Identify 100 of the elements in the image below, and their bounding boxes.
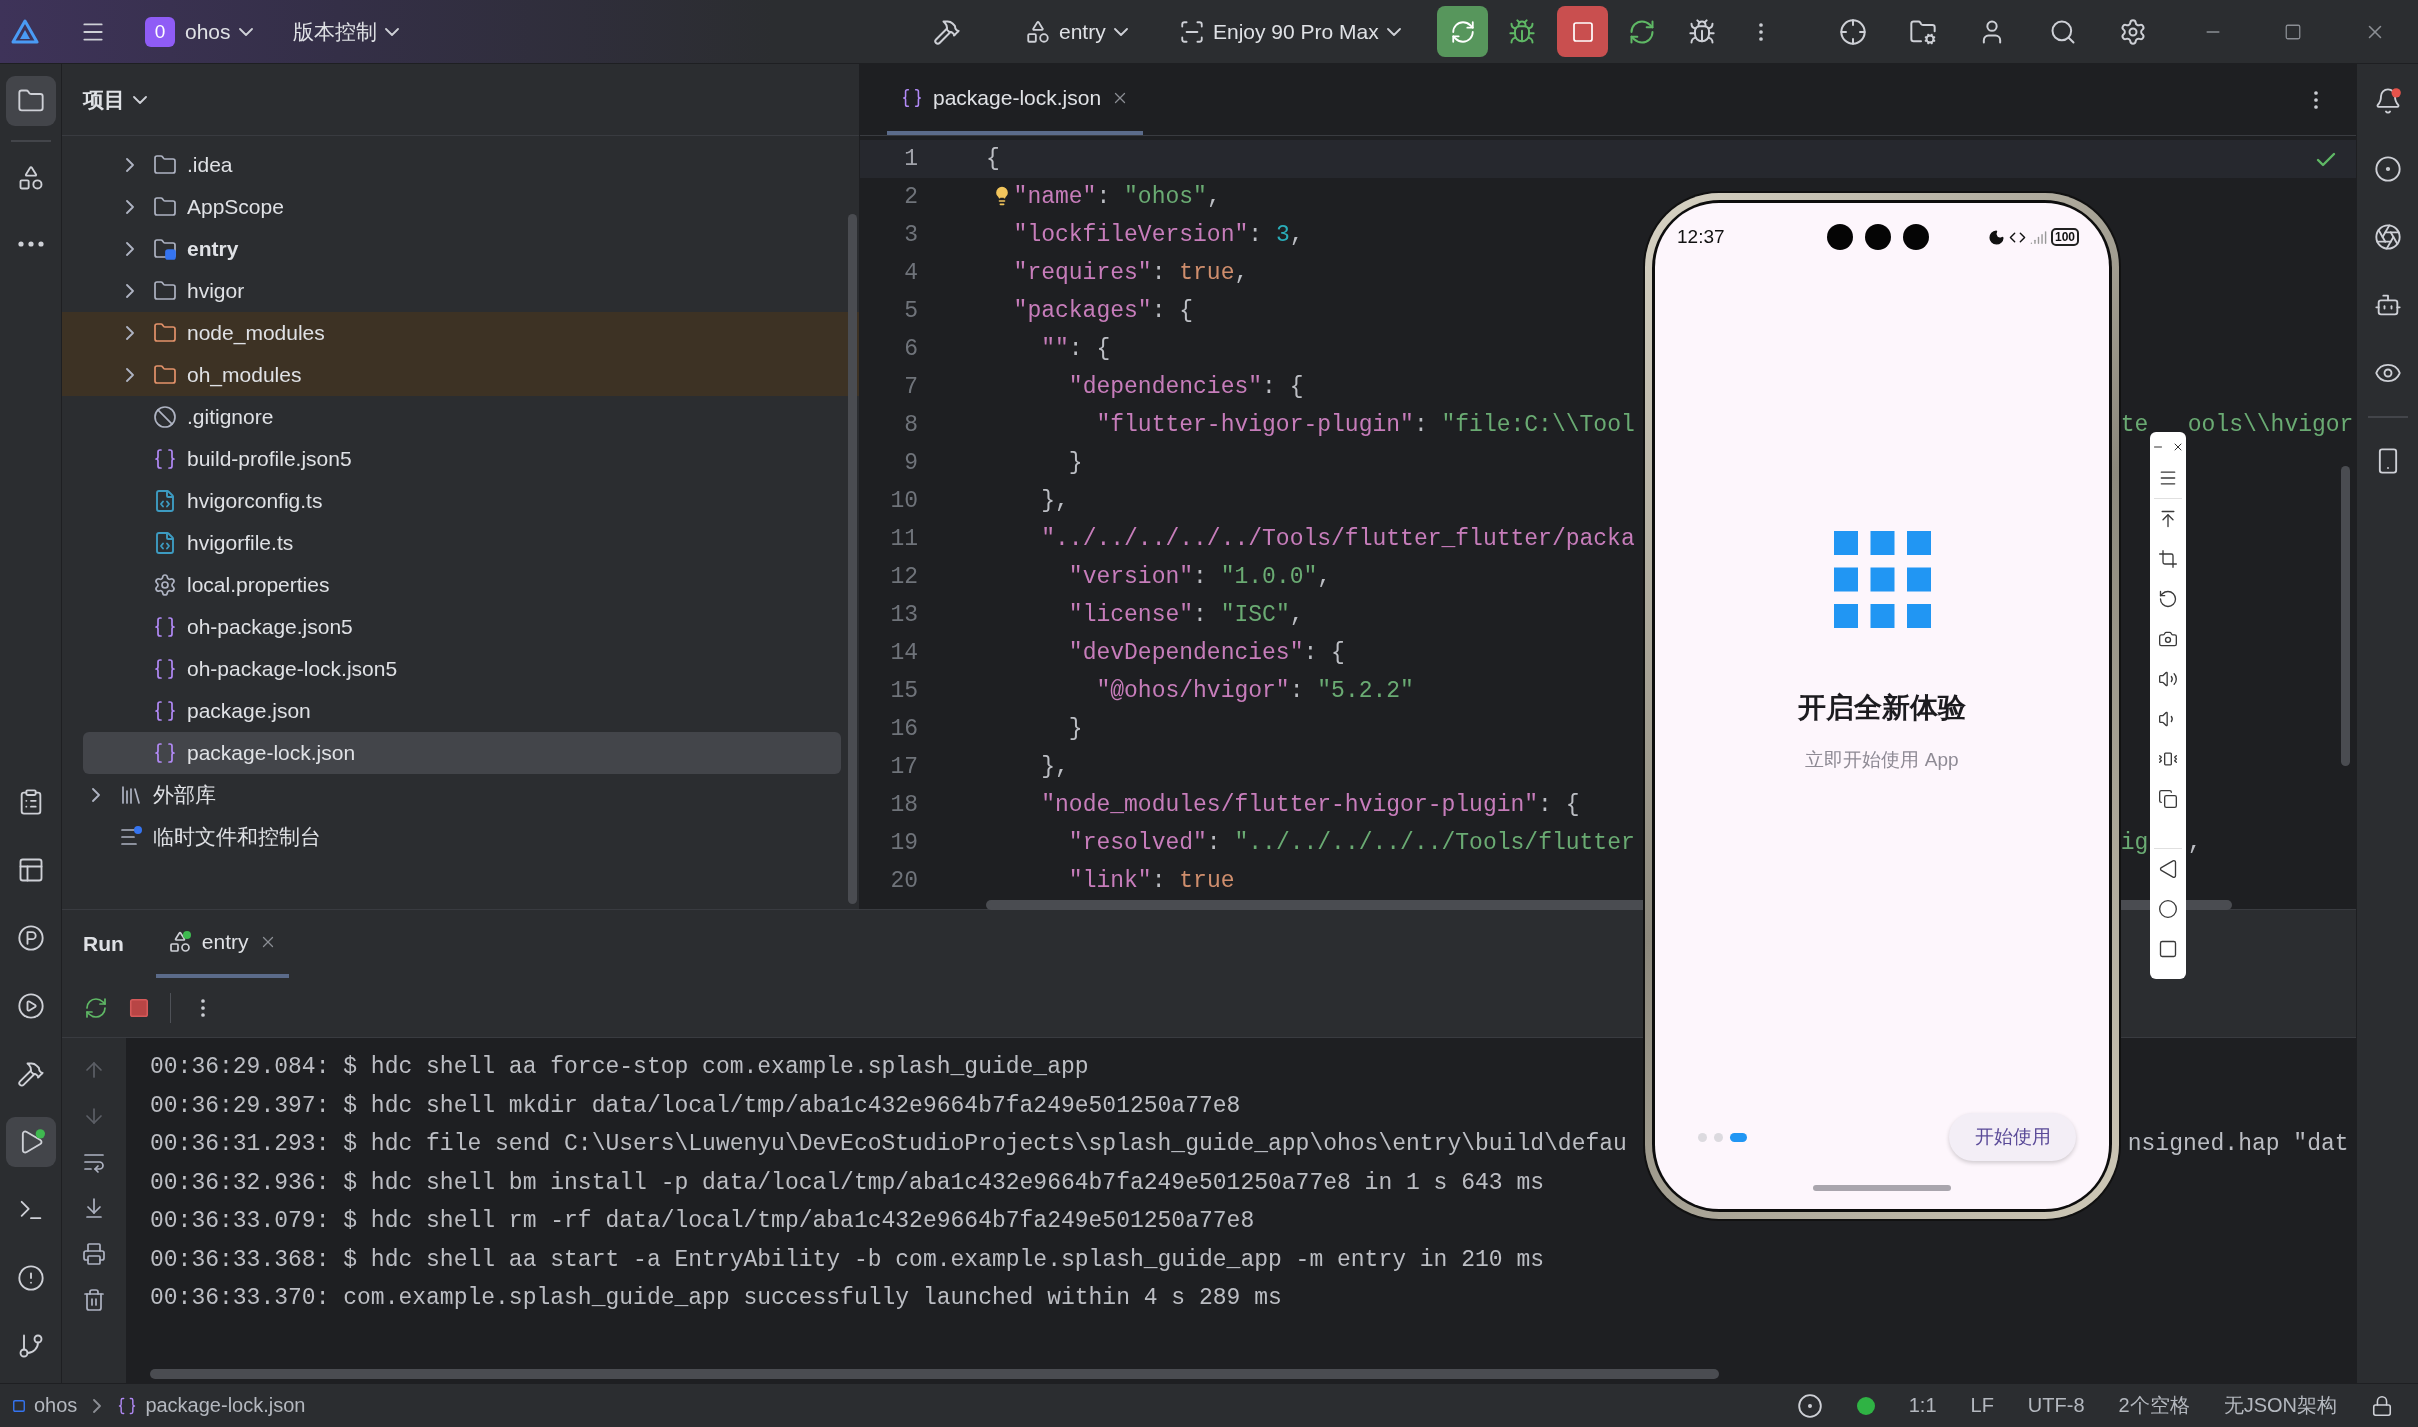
module-folder-icon <box>153 237 177 261</box>
line-number: 15 <box>889 678 918 704</box>
code-line: "node_modules/flutter-hvigor-plugin": { <box>1041 792 1580 818</box>
braces-icon <box>117 1395 138 1416</box>
print-icon[interactable] <box>82 1242 106 1266</box>
caret-icon <box>1386 27 1401 36</box>
chevron-icon[interactable] <box>126 158 134 172</box>
line-number: 11 <box>889 526 918 552</box>
code-line: "@ohos/hvigor": "5.2.2" <box>1096 678 1414 704</box>
tree-item[interactable]: AppScope <box>62 186 859 228</box>
code-line: } <box>1068 450 1083 476</box>
project-dropdown[interactable]: ohos <box>185 19 253 44</box>
panel-title[interactable]: 项目 <box>83 85 147 114</box>
chevron-icon[interactable] <box>126 200 134 214</box>
status-item[interactable]: 2个空格 <box>2118 1392 2190 1419</box>
rerun-button[interactable] <box>1437 6 1488 57</box>
crop-icon[interactable] <box>2158 549 2178 569</box>
maximize-icon[interactable] <box>2284 22 2302 41</box>
breadcrumb[interactable]: package-lock.json <box>117 1394 306 1417</box>
console-line: 00:36:29.084: $ hdc shell aa force-stop com.example.splash_guide_app <box>150 1054 1089 1081</box>
editor-tab[interactable]: package-lock.json <box>887 64 1144 135</box>
stop-icon <box>1570 19 1595 44</box>
close-icon[interactable] <box>2172 441 2184 453</box>
vcs-dropdown[interactable]: 版本控制 <box>292 17 399 46</box>
code-text: ig <box>2120 830 2149 856</box>
tree-item[interactable]: package-lock.json <box>83 732 841 774</box>
scrollbar-thumb[interactable] <box>848 214 857 904</box>
folder-icon <box>153 363 177 387</box>
scrollbar-thumb[interactable] <box>150 1369 1719 1379</box>
status-item[interactable]: LF <box>1970 1394 1994 1417</box>
chevron-icon[interactable] <box>126 242 134 256</box>
tool-window-button[interactable] <box>5 1117 56 1167</box>
line-number: 1 <box>903 146 918 172</box>
console-text: nsigned.hap "dat <box>2127 1131 2349 1158</box>
code-line: "devDependencies": { <box>1068 640 1345 666</box>
recent-apps-icon[interactable] <box>2158 939 2178 959</box>
volume-up-icon[interactable] <box>2158 669 2178 689</box>
chevron-icon[interactable] <box>92 788 100 802</box>
bug-icon[interactable] <box>1688 17 1716 46</box>
start-button[interactable]: 开始使用 <box>1949 1113 2076 1161</box>
p-circle-icon <box>16 924 45 952</box>
chevron-icon[interactable] <box>126 326 134 340</box>
page-dot[interactable] <box>1698 1132 1707 1142</box>
braces-icon <box>153 447 177 471</box>
settings-icon[interactable] <box>2119 17 2147 46</box>
braces-icon <box>901 86 923 109</box>
camera-dot <box>1865 224 1891 250</box>
braces-icon <box>153 699 177 723</box>
tree-item[interactable]: .idea <box>62 144 859 186</box>
chevron-icon[interactable] <box>126 368 134 382</box>
tree-item[interactable]: hvigor <box>62 270 859 312</box>
tree-item[interactable]: .gitignore <box>62 396 859 438</box>
panel-title: Run <box>83 931 124 957</box>
module-icon <box>12 1398 26 1413</box>
tree-item[interactable]: oh-package-lock.json5 <box>62 648 859 690</box>
stop-button[interactable] <box>1557 6 1608 57</box>
status-item[interactable]: 1:1 <box>1908 1394 1937 1417</box>
scan-icon <box>1179 18 1205 45</box>
rerun-icon[interactable] <box>84 995 108 1020</box>
bug-icon[interactable] <box>1508 17 1536 46</box>
tree-item[interactable]: hvigorconfig.ts <box>62 480 859 522</box>
tree-item[interactable]: entry <box>62 228 859 270</box>
tree-item[interactable]: package.json <box>62 690 859 732</box>
tree-item[interactable]: node_modules <box>62 312 859 354</box>
tree-item[interactable]: 外部库 <box>62 774 859 816</box>
line-number: 12 <box>889 564 918 590</box>
typescript-file-icon <box>153 531 177 555</box>
more-icon <box>17 241 44 247</box>
camera-icon[interactable] <box>2158 629 2178 649</box>
chevron-icon[interactable] <box>126 284 134 298</box>
braces-icon <box>153 741 177 765</box>
scrollbar-thumb[interactable] <box>2341 466 2350 766</box>
status-item[interactable]: UTF-8 <box>2027 1394 2085 1417</box>
tree-item[interactable]: oh_modules <box>62 354 859 396</box>
code-text: , <box>2187 830 2202 856</box>
home-icon[interactable] <box>2158 899 2178 919</box>
rotate-icon[interactable] <box>2158 589 2178 609</box>
run-config-dropdown[interactable]: entry <box>1025 18 1128 45</box>
copy-icon[interactable] <box>2158 789 2178 809</box>
back-icon[interactable] <box>2158 859 2178 879</box>
tree-item[interactable]: build-profile.json5 <box>62 438 859 480</box>
tree-item[interactable]: 临时文件和控制台 <box>62 816 859 858</box>
status-item[interactable]: 无JSON架构 <box>2223 1392 2337 1419</box>
tree-item[interactable]: local.properties <box>62 564 859 606</box>
circle-dot-icon[interactable] <box>1796 1392 1823 1419</box>
tool-window-button[interactable] <box>5 76 56 126</box>
page-dot[interactable] <box>1714 1132 1723 1142</box>
typescript-file-icon <box>153 489 177 513</box>
breadcrumb[interactable]: ohos <box>12 1394 78 1417</box>
line-number: 4 <box>903 260 918 286</box>
caret-icon <box>1113 27 1128 36</box>
tree-item[interactable]: oh-package.json5 <box>62 606 859 648</box>
crosshair-icon[interactable] <box>1839 17 1867 46</box>
device-dropdown[interactable]: Enjoy 90 Pro Max <box>1179 18 1401 45</box>
trash-icon[interactable] <box>82 1288 106 1312</box>
code-line: }, <box>1041 488 1069 514</box>
logo-icon[interactable] <box>11 17 39 46</box>
stop-icon[interactable] <box>128 996 150 1019</box>
tree-item[interactable]: hvigorfile.ts <box>62 522 859 564</box>
lock-icon[interactable] <box>2371 1394 2393 1417</box>
